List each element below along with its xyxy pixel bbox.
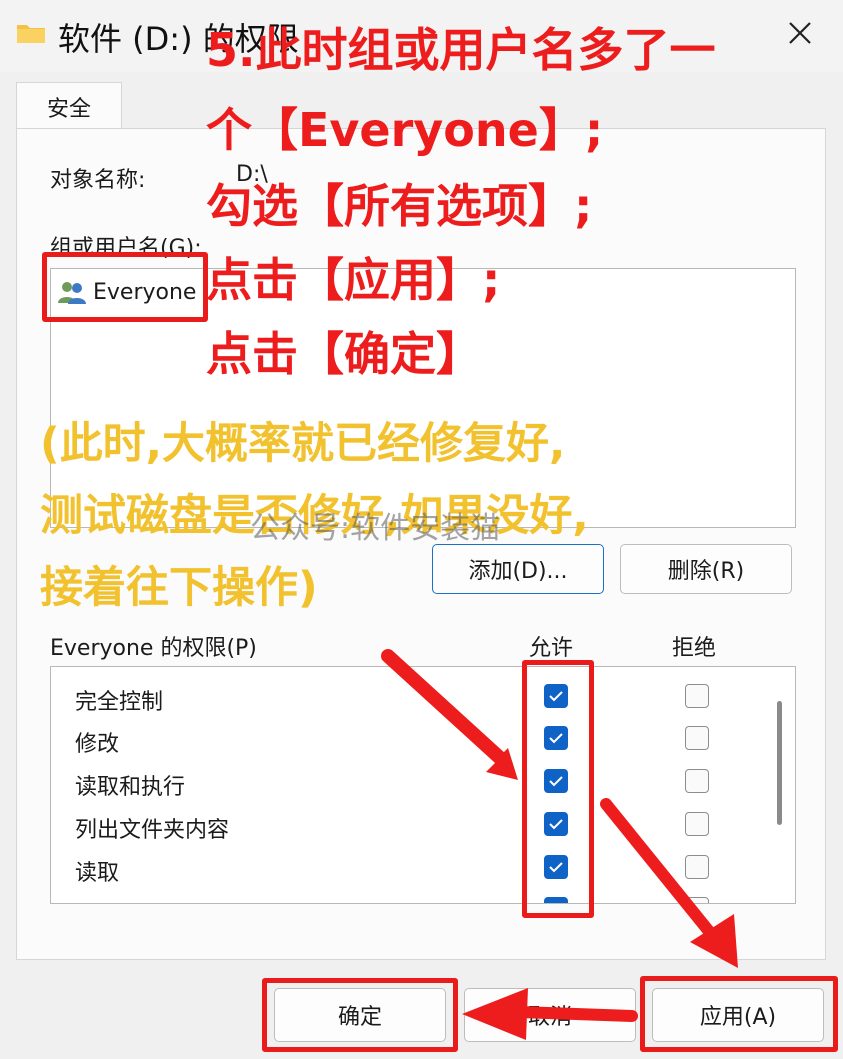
arrow-to-apply-shaft [600,798,722,946]
arrow-to-ok-shaft [514,1006,638,1022]
arrow-to-allow-shaft [381,649,507,765]
annotation-line: 勾选【所有选项】; [206,179,593,233]
note-line: 接着往下操作) [40,563,318,613]
annotation-line: 个【Everyone】; [206,103,604,157]
arrow-to-ok-head [462,988,528,1040]
watermark: 公众号:软件安装猫 [250,511,501,546]
annotation-line: 5.此时组或用户名多了一 [206,23,716,77]
note-line: (此时,大概率就已经修复好, [40,419,566,469]
annotation-line: 点击【确定】 [206,327,482,381]
annotation-line: 点击【应用】; [206,253,501,307]
